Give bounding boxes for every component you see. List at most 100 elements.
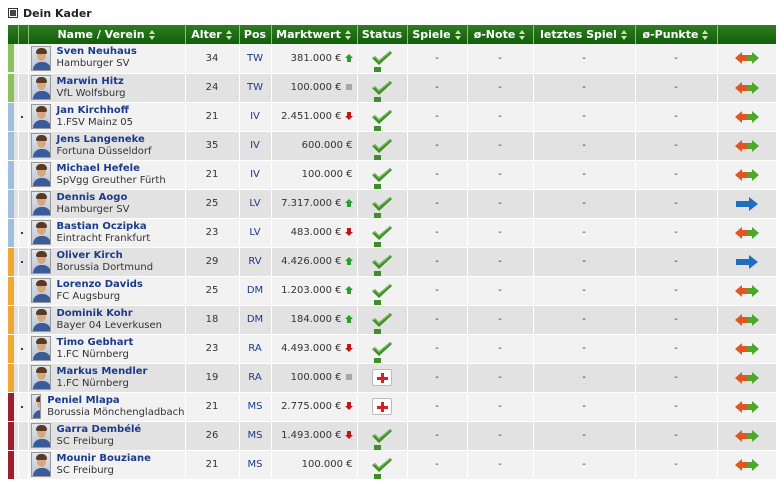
player-photo[interactable]	[30, 452, 51, 477]
player-photo[interactable]	[30, 365, 51, 390]
arrow-right-icon[interactable]	[734, 196, 760, 212]
player-name-link[interactable]: Marwin Hitz	[57, 76, 126, 88]
player-name-link[interactable]: Bastian Oczipka	[57, 221, 151, 233]
column-header-note[interactable]: ø-Note	[467, 25, 534, 44]
sort-icon[interactable]	[518, 30, 526, 40]
player-photo[interactable]	[30, 220, 51, 245]
player-name-link[interactable]: Dennis Aogo	[57, 192, 130, 204]
games-cell: -	[407, 131, 468, 161]
position-cell: MS	[239, 392, 272, 422]
player-name-link[interactable]: Dominik Kohr	[57, 308, 163, 320]
column-header-name[interactable]: Name / Verein	[28, 25, 186, 44]
sort-icon[interactable]	[225, 30, 233, 40]
swap-arrows-icon[interactable]	[734, 167, 760, 183]
swap-arrows-icon[interactable]	[734, 138, 760, 154]
column-header-points[interactable]: ø-Punkte	[635, 25, 718, 44]
player-name-link[interactable]: Sven Neuhaus	[57, 46, 137, 58]
player-name-link[interactable]: Garra Dembélé	[57, 424, 142, 436]
player-cell: Sven Neuhaus Hamburger SV	[28, 44, 186, 74]
row-marker	[18, 421, 29, 451]
sort-icon[interactable]	[620, 30, 628, 40]
last-game-cell: -	[533, 131, 636, 161]
row-marker	[18, 247, 29, 277]
swap-arrows-icon[interactable]	[734, 457, 760, 473]
table-row: Bastian Oczipka Eintracht Frankfurt 23 LV 48…	[8, 218, 777, 248]
player-name-link[interactable]: Markus Mendler	[57, 366, 148, 378]
age-cell: 25	[185, 276, 240, 306]
table-row: Mounir Bouziane SC Freiburg 21 MS 100.000 € -…	[8, 450, 777, 480]
column-header-games[interactable]: Spiele	[407, 25, 468, 44]
trend-same-icon	[345, 373, 353, 381]
collapse-icon[interactable]	[8, 8, 18, 18]
player-name-link[interactable]: Peniel Mlapa	[47, 395, 184, 407]
column-header-age[interactable]: Alter	[185, 25, 240, 44]
swap-arrows-icon[interactable]	[734, 312, 760, 328]
age-cell: 18	[185, 305, 240, 335]
games-cell: -	[407, 334, 468, 364]
position-cell: IV	[239, 160, 272, 190]
checkmark-icon	[371, 50, 393, 66]
swap-arrows-icon[interactable]	[734, 80, 760, 96]
player-photo[interactable]	[30, 133, 51, 158]
player-cell: Dominik Kohr Bayer 04 Leverkusen	[28, 305, 186, 335]
swap-arrows-icon[interactable]	[734, 370, 760, 386]
player-name-link[interactable]: Jens Langeneke	[57, 134, 152, 146]
action-cell	[717, 102, 777, 132]
action-cell	[717, 392, 777, 422]
column-header-pos[interactable]: Pos	[239, 25, 272, 44]
swap-arrows-icon[interactable]	[734, 399, 760, 415]
swap-arrows-icon[interactable]	[734, 109, 760, 125]
sort-icon[interactable]	[148, 30, 156, 40]
checkmark-icon	[371, 457, 393, 473]
last-game-cell: -	[533, 189, 636, 219]
player-name-link[interactable]: Jan Kirchhoff	[57, 105, 134, 117]
player-photo[interactable]	[30, 307, 51, 332]
player-name-link[interactable]: Oliver Kirch	[57, 250, 154, 262]
status-cell	[357, 218, 408, 248]
player-photo[interactable]	[30, 104, 51, 129]
swap-arrows-icon[interactable]	[734, 341, 760, 357]
player-photo[interactable]	[30, 336, 51, 361]
row-marker	[18, 392, 29, 422]
player-photo[interactable]	[30, 191, 51, 216]
table-row: Jan Kirchhoff 1.FSV Mainz 05 21 IV 2.451.000…	[8, 102, 777, 132]
player-photo[interactable]	[30, 162, 51, 187]
note-cell: -	[467, 73, 534, 103]
column-header-last-game[interactable]: letztes Spiel	[533, 25, 636, 44]
swap-arrows-icon[interactable]	[734, 50, 760, 66]
row-marker	[18, 73, 29, 103]
sort-icon[interactable]	[454, 30, 462, 40]
player-photo[interactable]	[30, 278, 51, 303]
market-value-cell: 1.493.000 €	[271, 421, 358, 451]
swap-arrows-icon[interactable]	[734, 225, 760, 241]
player-photo[interactable]	[30, 249, 51, 274]
row-marker	[18, 218, 29, 248]
points-cell: -	[635, 450, 718, 480]
sort-icon[interactable]	[701, 30, 709, 40]
column-header-value[interactable]: Marktwert	[271, 25, 358, 44]
player-photo[interactable]	[30, 75, 51, 100]
injury-icon	[372, 369, 392, 386]
games-cell: -	[407, 160, 468, 190]
action-cell	[717, 450, 777, 480]
player-photo[interactable]	[30, 423, 51, 448]
arrow-right-icon[interactable]	[734, 254, 760, 270]
player-photo[interactable]	[30, 45, 51, 71]
sort-icon[interactable]	[344, 30, 352, 40]
points-cell: -	[635, 102, 718, 132]
points-cell: -	[635, 334, 718, 364]
swap-arrows-icon[interactable]	[734, 428, 760, 444]
player-cell: Garra Dembélé SC Freiburg	[28, 421, 186, 451]
note-cell: -	[467, 218, 534, 248]
swap-arrows-icon[interactable]	[734, 283, 760, 299]
player-name-link[interactable]: Michael Hefele	[57, 163, 166, 175]
player-name-link[interactable]: Lorenzo Davids	[57, 279, 143, 291]
player-photo[interactable]	[30, 394, 42, 419]
row-marker	[18, 363, 29, 393]
player-cell: Dennis Aogo Hamburger SV	[28, 189, 186, 219]
action-cell	[717, 334, 777, 364]
note-cell: -	[467, 189, 534, 219]
player-name-link[interactable]: Mounir Bouziane	[57, 453, 151, 465]
market-value-cell: 483.000 €	[271, 218, 358, 248]
player-name-link[interactable]: Timo Gebhart	[57, 337, 134, 349]
